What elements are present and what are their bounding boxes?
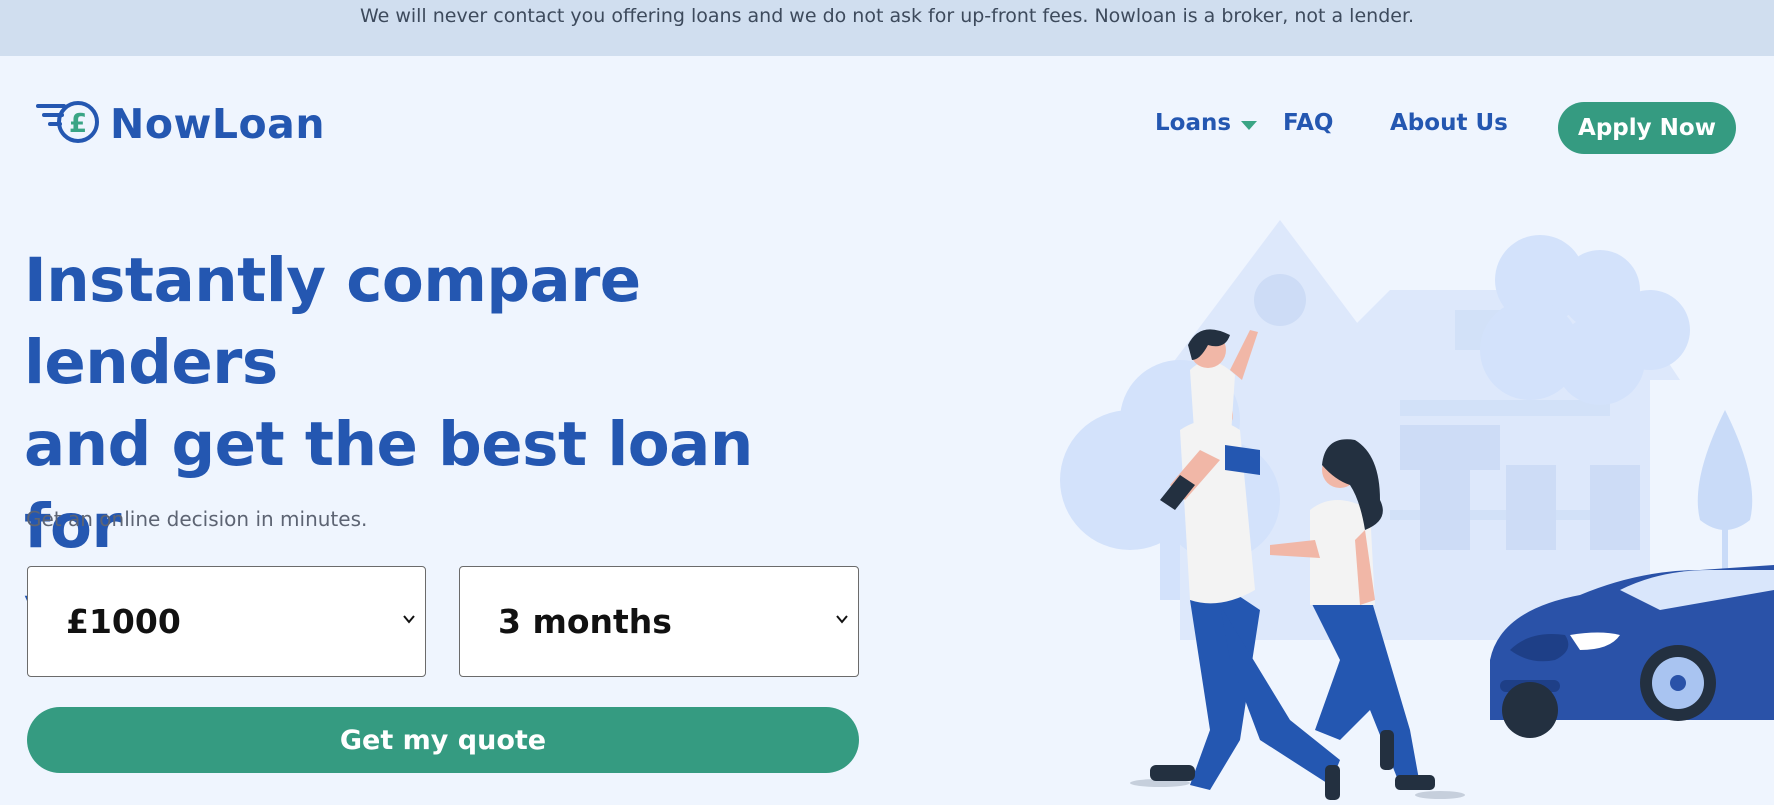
logo[interactable]: £ NowLoan <box>36 96 325 152</box>
nav-about-us[interactable]: About Us <box>1390 110 1508 136</box>
svg-text:£: £ <box>69 109 87 139</box>
loan-amount-value: £1000 <box>66 602 181 641</box>
loan-term-select[interactable]: 3 months <box>459 566 859 677</box>
pound-coin-speed-icon: £ <box>36 98 100 151</box>
logo-text: NowLoan <box>110 100 326 148</box>
family-house-car-illustration <box>1060 220 1774 800</box>
get-my-quote-button[interactable]: Get my quote <box>27 707 859 773</box>
chevron-down-icon <box>1241 120 1258 130</box>
nav-faq[interactable]: FAQ <box>1283 110 1333 136</box>
notice-banner: We will never contact you offering loans… <box>0 0 1774 56</box>
chevron-down-icon <box>834 611 850 632</box>
nav-loans[interactable]: Loans <box>1155 110 1258 136</box>
hero-subheadline: Get an online decision in minutes. <box>26 507 368 531</box>
nav-loans-label: Loans <box>1155 110 1232 136</box>
loan-term-value: 3 months <box>498 602 672 641</box>
chevron-down-icon <box>401 611 417 632</box>
apply-now-button[interactable]: Apply Now <box>1558 102 1736 154</box>
loan-amount-select[interactable]: £1000 <box>27 566 426 677</box>
headline-line: and get the best loan for <box>24 409 753 562</box>
headline-line: Instantly compare lenders <box>24 245 641 398</box>
notice-text: We will never contact you offering loans… <box>359 5 1415 27</box>
